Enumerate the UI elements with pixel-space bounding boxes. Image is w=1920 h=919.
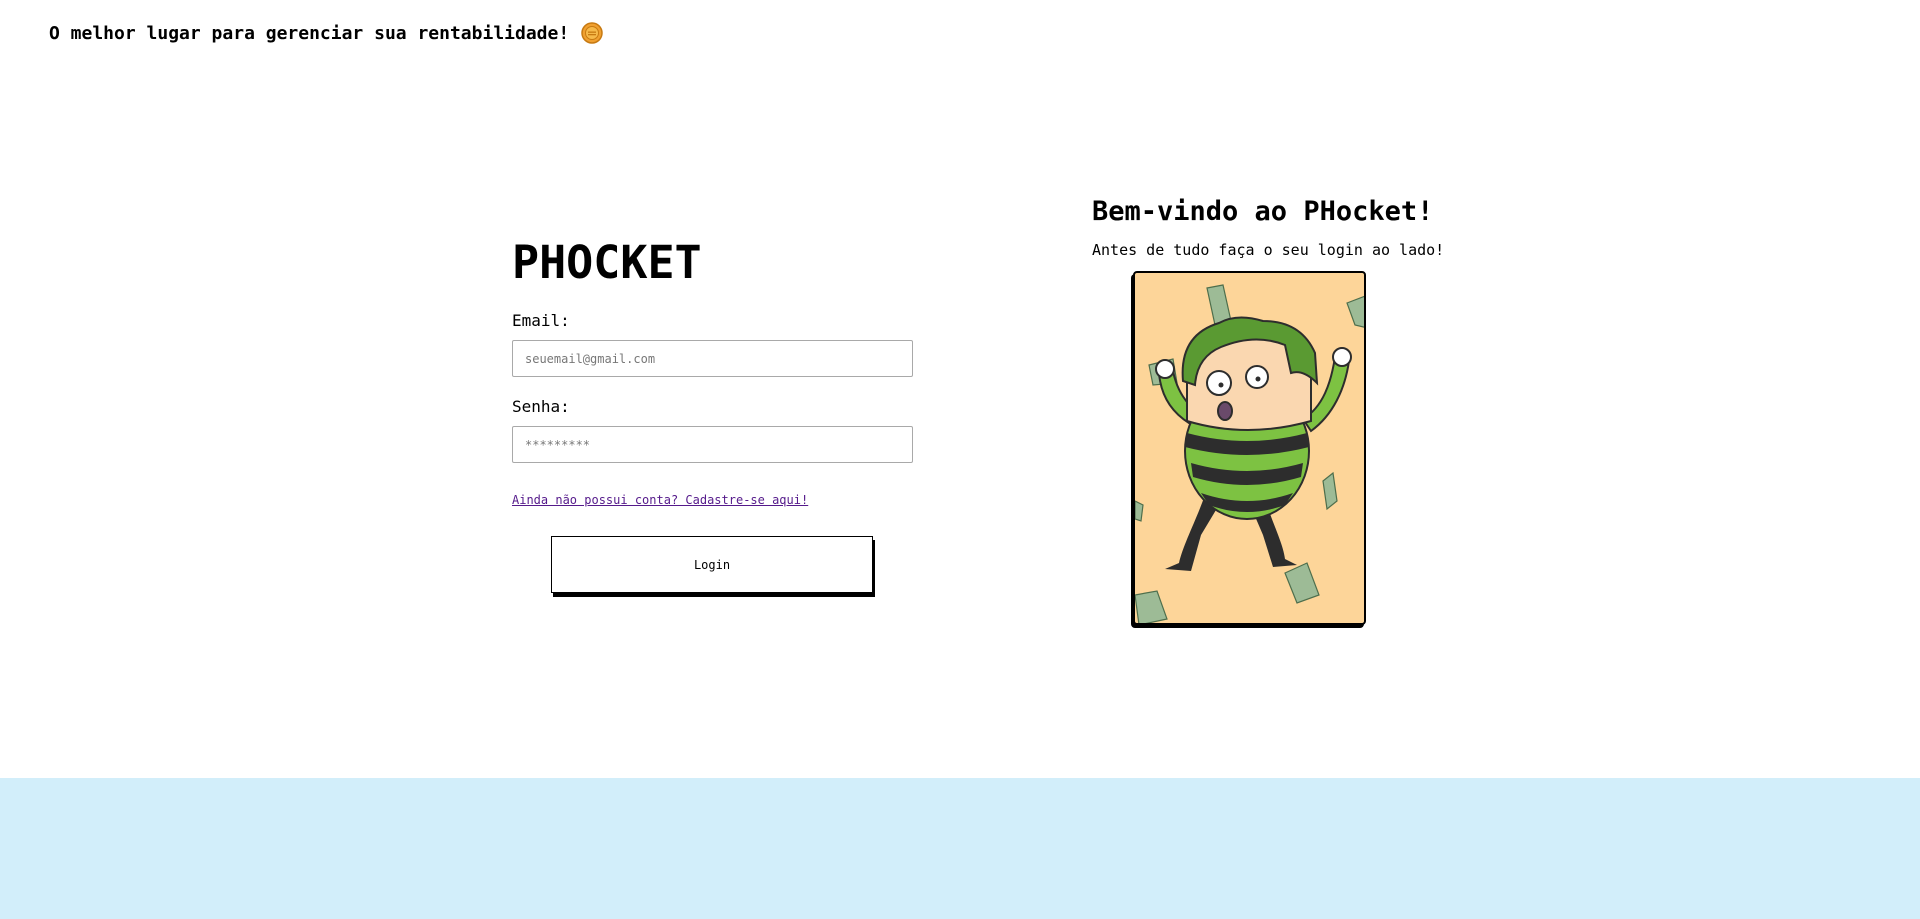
login-panel: PHOCKET Email: Senha: Ainda não possui c…	[512, 236, 914, 593]
login-button[interactable]: Login	[551, 536, 873, 593]
welcome-panel: Bem-vindo ao PHocket! Antes de tudo faça…	[1092, 196, 1452, 625]
welcome-title: Bem-vindo ao PHocket!	[1092, 196, 1434, 227]
top-bar: O melhor lugar para gerenciar sua rentab…	[49, 22, 603, 44]
coin-icon	[581, 22, 603, 44]
welcome-subtitle: Antes de tudo faça o seu login ao lado!	[1092, 241, 1445, 259]
login-button-wrap: Login	[551, 536, 873, 593]
email-label: Email:	[512, 311, 570, 330]
email-input[interactable]	[512, 340, 913, 377]
signup-link[interactable]: Ainda não possui conta? Cadastre-se aqui…	[512, 493, 808, 507]
money-character-illustration	[1135, 284, 1364, 623]
illustration-card	[1133, 271, 1366, 625]
password-label: Senha:	[512, 397, 570, 416]
password-input[interactable]	[512, 426, 913, 463]
tagline: O melhor lugar para gerenciar sua rentab…	[49, 22, 570, 44]
footer-band	[0, 778, 1920, 919]
brand-title: PHOCKET	[512, 236, 702, 289]
